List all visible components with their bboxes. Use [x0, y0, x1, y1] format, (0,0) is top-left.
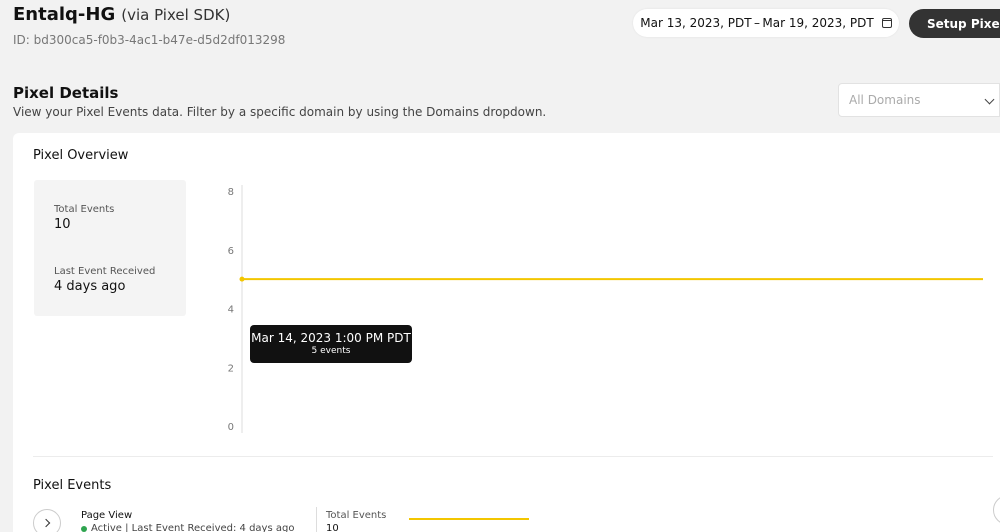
page-header: Entalq-HG (via Pixel SDK) ID: bd300ca5-f…: [13, 4, 285, 47]
pixel-id: ID: bd300ca5-f0b3-4ac1-b47e-d5d2df013298: [13, 33, 286, 47]
event-name: Page View: [81, 510, 133, 521]
y-tick-label: 2: [228, 363, 234, 374]
pixel-overview-title: Pixel Overview: [33, 148, 129, 163]
event-total-value: 10: [326, 523, 339, 532]
stat-value: 10: [54, 217, 71, 232]
expand-event-button[interactable]: [33, 509, 61, 532]
active-status-icon: [81, 525, 87, 532]
event-total-label: Total Events: [326, 510, 387, 521]
event-status-text: Active | Last Event Received: 4 days ago: [91, 523, 295, 532]
setup-pixel-button[interactable]: Setup Pixel: [909, 9, 1000, 38]
pixel-details-title: Pixel Details: [13, 84, 119, 102]
chevron-right-icon: [41, 518, 51, 528]
y-tick-label: 6: [228, 246, 234, 257]
event-divider: [316, 507, 317, 532]
stat-label: Last Event Received: [54, 266, 156, 277]
tooltip-subtitle: 5 events: [311, 346, 351, 356]
domains-dropdown[interactable]: All Domains: [838, 83, 1000, 117]
pixel-details-description: View your Pixel Events data. Filter by a…: [13, 105, 547, 119]
y-tick-label: 0: [228, 422, 234, 433]
last-event-stat: Last Event Received 4 days ago: [54, 266, 186, 294]
y-tick-label: 4: [228, 305, 234, 316]
calendar-icon: [881, 18, 892, 28]
stats-card: Total Events 10 Last Event Received 4 da…: [34, 180, 186, 316]
domains-dropdown-value: All Domains: [849, 93, 921, 107]
event-status: Active | Last Event Received: 4 days ago: [81, 523, 294, 532]
data-point[interactable]: [239, 276, 245, 282]
total-events-stat: Total Events 10: [54, 204, 186, 232]
date-range-label: Mar 13, 2023, PDT – Mar 19, 2023, PDT: [640, 16, 874, 30]
event-sparkline: [409, 518, 529, 520]
scroll-right-button[interactable]: [993, 495, 1000, 525]
stat-value: 4 days ago: [54, 279, 126, 294]
y-tick-label: 8: [228, 187, 234, 198]
chart-tooltip: Mar 14, 2023 1:00 PM PDT 5 events: [250, 325, 412, 363]
pixel-panel: Pixel Overview Total Events 10 Last Even…: [13, 133, 1000, 532]
overview-chart: 0 2 4 6 8: [228, 185, 983, 433]
pixel-title: Entalq-HG: [13, 4, 116, 25]
date-range-picker[interactable]: Mar 13, 2023, PDT – Mar 19, 2023, PDT: [633, 9, 899, 37]
stat-label: Total Events: [54, 204, 115, 215]
chevron-down-icon: [984, 94, 995, 105]
tooltip-title: Mar 14, 2023 1:00 PM PDT: [251, 331, 411, 345]
section-divider: [33, 456, 993, 457]
pixel-events-title: Pixel Events: [33, 478, 112, 493]
pixel-source: (via Pixel SDK): [121, 6, 231, 24]
